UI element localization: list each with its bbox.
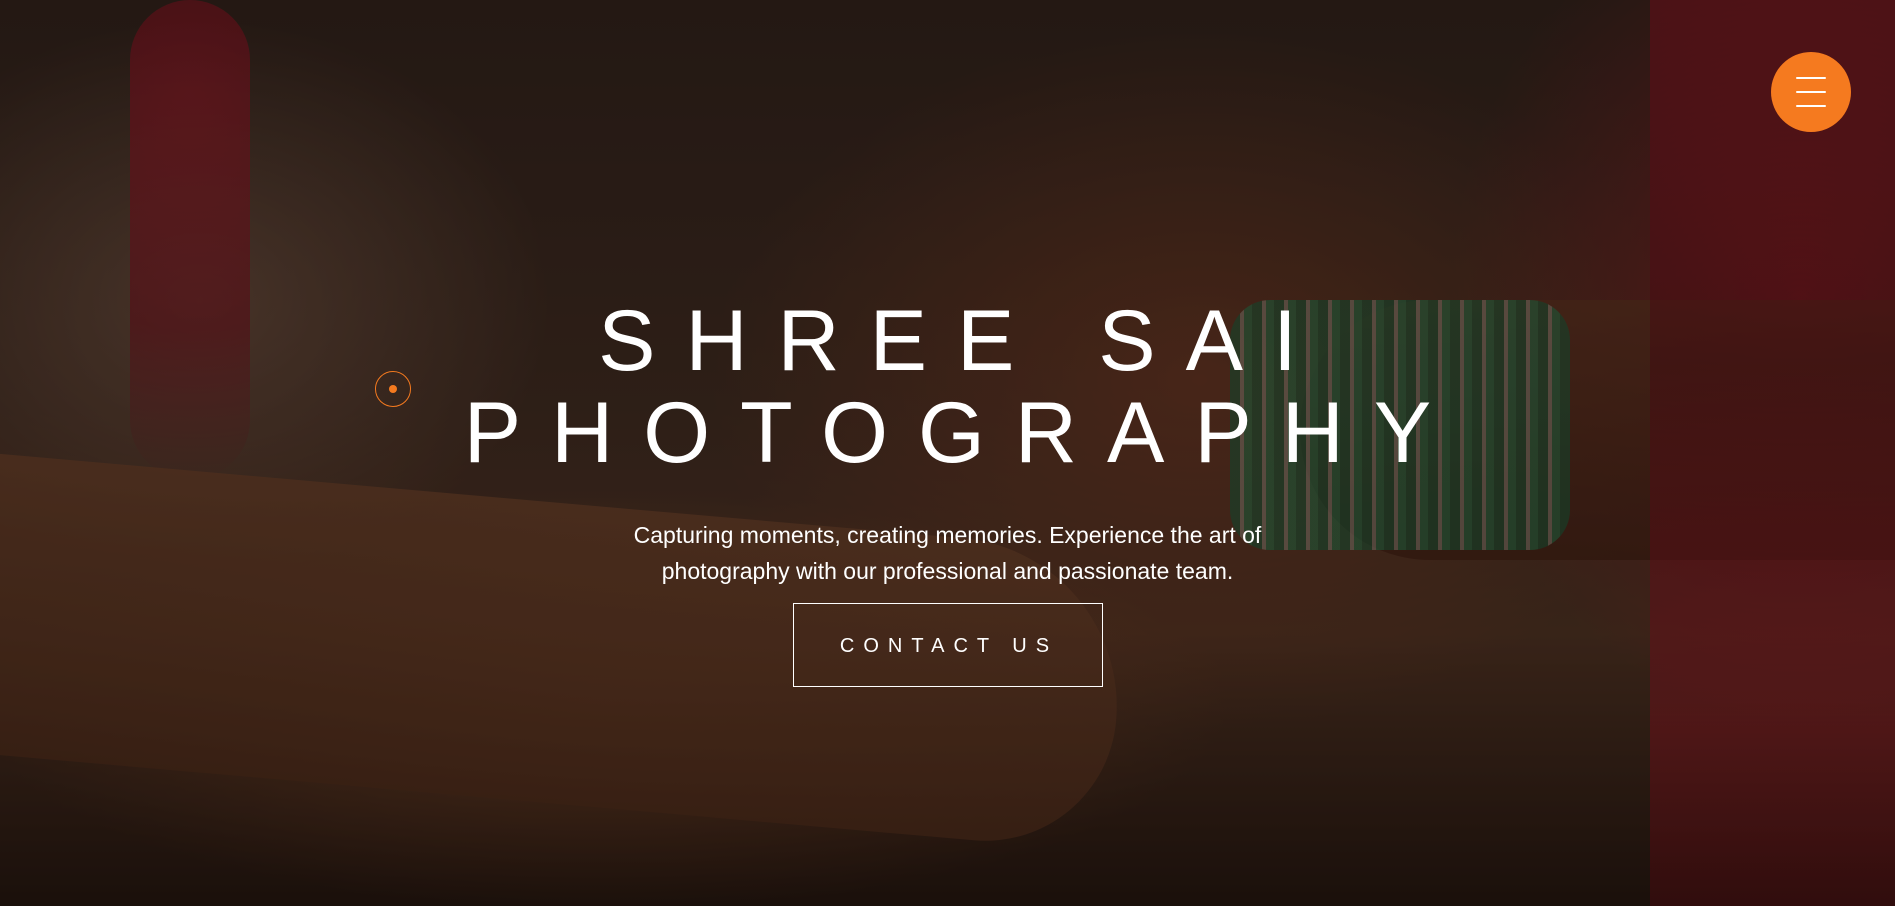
menu-button[interactable] — [1771, 52, 1851, 132]
hero-title-line-2: PHOTOGRAPHY — [463, 385, 1462, 481]
hamburger-menu-icon — [1796, 77, 1826, 107]
hero-subtitle: Capturing moments, creating memories. Ex… — [633, 522, 1262, 584]
hero-section: SHREE SAI PHOTOGRAPHY Capturing moments,… — [0, 0, 1895, 906]
hero-content: SHREE SAI PHOTOGRAPHY Capturing moments,… — [0, 295, 1895, 687]
hero-title-line-1: SHREE SAI — [598, 293, 1327, 389]
contact-us-button[interactable]: CONTACT US — [792, 603, 1103, 687]
hero-title: SHREE SAI PHOTOGRAPHY — [0, 295, 1895, 479]
